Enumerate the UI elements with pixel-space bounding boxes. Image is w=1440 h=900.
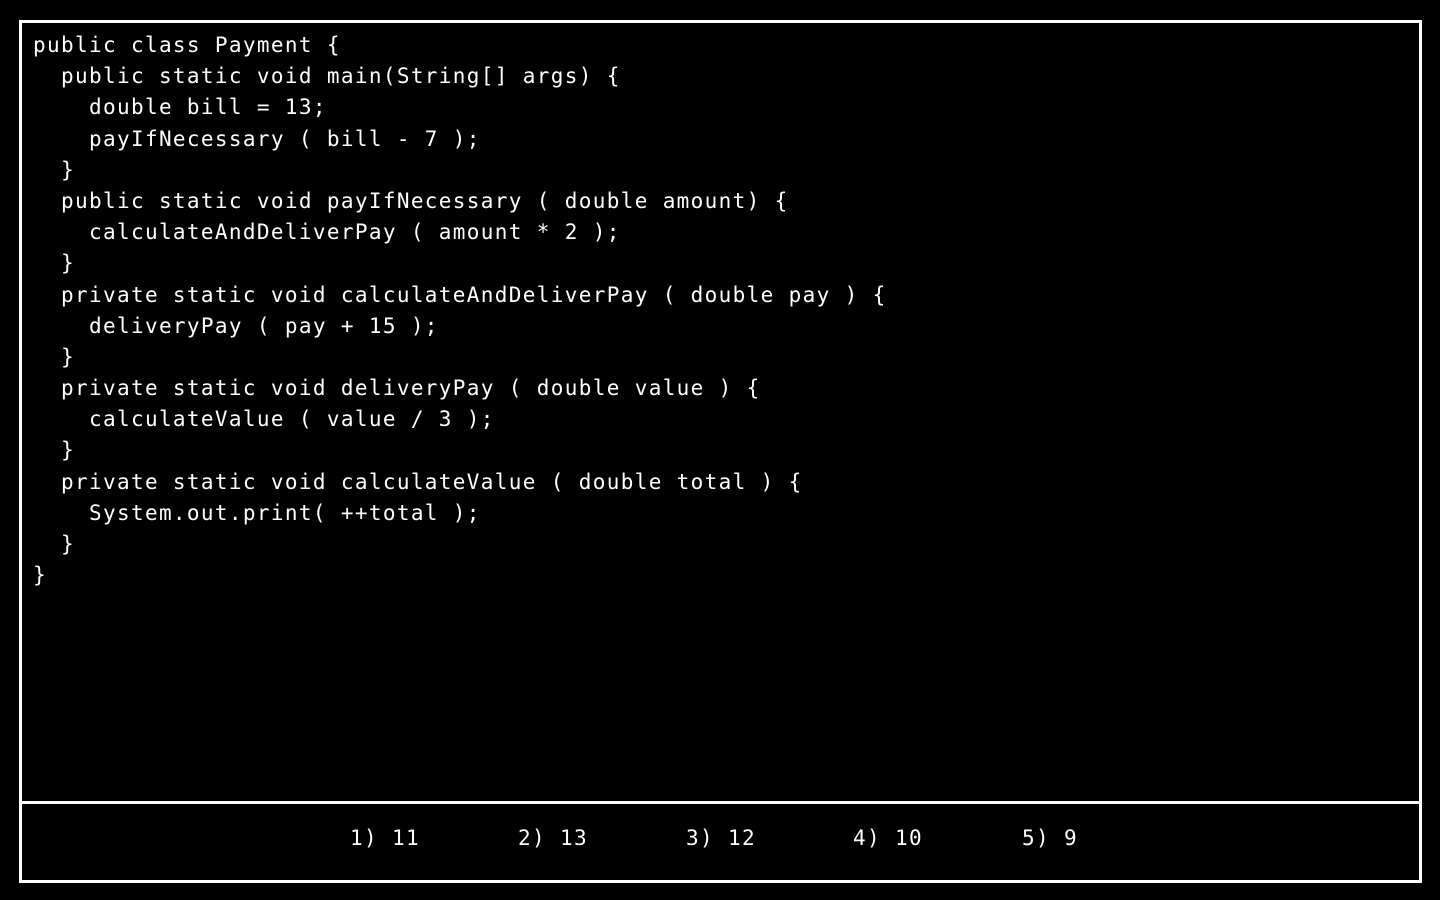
code-line: public static void payIfNecessary ( doub… (33, 188, 789, 213)
code-line: double bill = 13; (33, 95, 327, 120)
code-line: private static void calculateValue ( dou… (33, 469, 803, 494)
answer-option-3[interactable]: 3) 12 (686, 826, 756, 850)
code-line: private static void deliveryPay ( double… (33, 376, 761, 401)
code-line: } (33, 344, 75, 369)
code-line: public static void main(String[] args) { (33, 64, 621, 89)
code-line: } (33, 532, 75, 556)
code-line: calculateValue ( value / 3 ); (33, 407, 495, 432)
answer-option-1[interactable]: 1) 11 (350, 826, 420, 850)
code-line: private static void calculateAndDeliverP… (33, 282, 887, 307)
code-line: deliveryPay ( pay + 15 ); (33, 313, 439, 338)
answer-options: 1) 11 2) 13 3) 12 4) 10 5) 9 (22, 804, 1419, 880)
code-line: } (33, 438, 75, 463)
code-line: public class Payment { (33, 33, 341, 57)
code-line: } (33, 251, 75, 276)
answer-option-4[interactable]: 4) 10 (853, 826, 923, 850)
answer-option-5[interactable]: 5) 9 (1022, 826, 1078, 850)
code-line: payIfNecessary ( bill - 7 ); (33, 126, 481, 151)
code-line: } (33, 157, 75, 182)
code-block: public class Payment { public static voi… (33, 30, 887, 591)
code-line: System.out.print( ++total ); (33, 500, 481, 525)
answer-option-2[interactable]: 2) 13 (518, 826, 588, 850)
code-pane: public class Payment { public static voi… (22, 23, 1419, 804)
code-line: calculateAndDeliverPay ( amount * 2 ); (33, 220, 621, 245)
code-line: } (33, 563, 47, 588)
quiz-frame: public class Payment { public static voi… (19, 20, 1422, 883)
